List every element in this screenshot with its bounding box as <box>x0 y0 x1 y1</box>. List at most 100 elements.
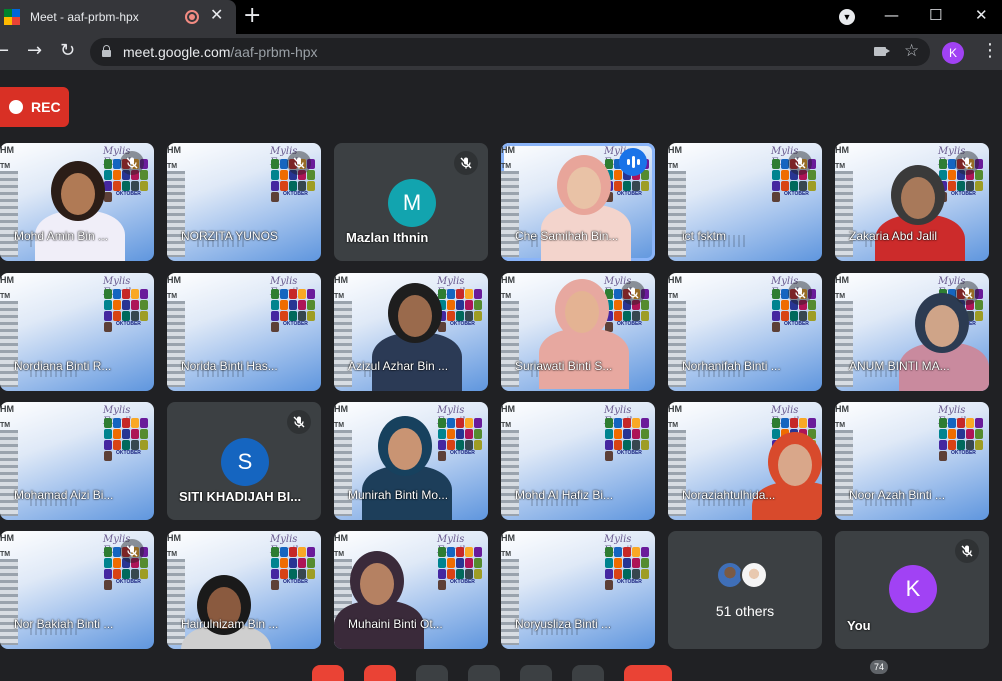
captions-button[interactable] <box>416 665 448 681</box>
self-tile[interactable]: K You <box>835 531 989 649</box>
mic-toggle-button[interactable] <box>312 665 344 681</box>
url-path: /aaf-prbm-hpx <box>230 44 318 60</box>
sponsor-logo-icon <box>781 181 789 191</box>
participant-tile[interactable]: HMTMMylis FamilyOKTOBERict fsktm <box>668 143 822 261</box>
new-tab-button[interactable]: + <box>243 4 261 28</box>
sponsor-logo-icon <box>605 547 613 557</box>
sponsor-logo-icon <box>456 429 464 439</box>
background-logo-text: HM <box>334 404 348 414</box>
sponsor-logo-icon <box>447 569 455 579</box>
camera-in-use-icon[interactable] <box>874 47 890 56</box>
sponsor-logo-icon <box>298 558 306 568</box>
sponsor-logo-icon <box>271 170 279 180</box>
audio-bar <box>626 159 630 165</box>
participant-name: Mohd Al Hafiz Bi... <box>515 488 614 502</box>
camera-toggle-button[interactable] <box>364 665 396 681</box>
sponsor-logo-icon <box>113 558 121 568</box>
participant-tile[interactable]: HMTMMylis FamilyOKTOBERZakaria Abd Jalil <box>835 143 989 261</box>
sponsor-logo-icon <box>957 429 965 439</box>
participant-tile[interactable]: HMTMMylis FamilyOKTOBERSuriawati Binti S… <box>501 273 655 391</box>
sponsor-logo-icon <box>271 311 279 321</box>
sponsor-logo-icon <box>632 311 640 321</box>
leave-call-button[interactable] <box>624 665 672 681</box>
participant-tile[interactable]: M Mazlan Ithnin <box>334 143 488 261</box>
speaking-indicator-icon <box>619 148 647 176</box>
tab-close-icon[interactable]: ✕ <box>210 8 223 24</box>
sponsor-logo-icon <box>447 547 455 557</box>
participant-tile[interactable]: HMTMMylis FamilyOKTOBERMohd Al Hafiz Bi.… <box>501 402 655 520</box>
sponsor-logo-icon <box>465 289 473 299</box>
sponsor-logo-icon <box>772 300 780 310</box>
tab-search-icon[interactable]: ▼ <box>839 9 855 25</box>
sponsor-logo-icon <box>280 569 288 579</box>
participant-tile[interactable]: HMTMMylis FamilyOKTOBERNoraziahtulhida..… <box>668 402 822 520</box>
participant-tile[interactable]: HMTMMylis FamilyOKTOBERNorhanifah Binti … <box>668 273 822 391</box>
participant-name: Nor Bakiah Binti ... <box>14 617 114 631</box>
back-arrow-icon[interactable]: ← <box>0 41 9 61</box>
sponsor-logo-icon <box>641 440 649 450</box>
raise-hand-button[interactable] <box>468 665 500 681</box>
sponsor-logo-icon <box>307 289 315 299</box>
sponsor-logo-icon <box>307 300 315 310</box>
participant-tile[interactable]: HMTMMylis FamilyOKTOBERMunirah Binti Mo.… <box>334 402 488 520</box>
profile-avatar[interactable]: K <box>942 42 964 64</box>
background-logo-text: HM <box>167 145 181 155</box>
sponsor-logo-icon <box>966 440 974 450</box>
participant-tile[interactable]: HMTMMylis FamilyOKTOBERNoor Azah Binti .… <box>835 402 989 520</box>
sponsor-logo-icon <box>641 181 649 191</box>
participant-tile[interactable]: HMTMMylis FamilyOKTOBERMohd Amin Bin ... <box>0 143 154 261</box>
participant-tile[interactable]: HMTMMylis FamilyOKTOBERMuhaini Binti Ot.… <box>334 531 488 649</box>
others-tile[interactable]: 51 others <box>668 531 822 649</box>
sponsor-logo-icon <box>104 322 112 332</box>
bookmark-star-icon[interactable]: ☆ <box>904 41 919 61</box>
minimize-button[interactable]: — <box>884 6 899 24</box>
more-options-button[interactable] <box>572 665 604 681</box>
url-text[interactable]: meet.google.com/aaf-prbm-hpx <box>123 44 318 60</box>
participant-tile[interactable]: S SITI KHADIJAH BI... <box>167 402 321 520</box>
background-logo-text: HM <box>0 533 14 543</box>
present-button[interactable] <box>520 665 552 681</box>
sponsor-logo-icon <box>104 569 112 579</box>
participant-name: Nordiana Binti R... <box>14 359 112 373</box>
participant-tile[interactable]: HMTMMylis FamilyOKTOBERNORZITA YUNOS <box>167 143 321 261</box>
self-name: You <box>847 618 871 633</box>
sponsor-logo-icon <box>122 311 130 321</box>
participant-tile[interactable]: HMTMMylis FamilyOKTOBERChe Samihah Bin..… <box>501 143 655 261</box>
address-bar[interactable]: meet.google.com/aaf-prbm-hpx ☆ <box>90 38 930 66</box>
participant-name: Muhaini Binti Ot... <box>348 617 443 631</box>
browser-tab-meet[interactable]: Meet - aaf-prbm-hpx ✕ <box>0 0 236 34</box>
sponsor-logo-icon <box>605 569 613 579</box>
participant-tile[interactable]: HMTMMylis FamilyOKTOBERANUM BINTI MA... <box>835 273 989 391</box>
sponsor-logo-icon <box>131 569 139 579</box>
sponsor-logo-icon <box>975 440 983 450</box>
background-logo-text: HM <box>668 145 682 155</box>
sponsor-logo-icon <box>447 311 455 321</box>
participant-name: Munirah Binti Mo... <box>348 488 449 502</box>
microphone-off-icon <box>955 151 979 175</box>
sponsor-logo-icon <box>280 558 288 568</box>
participant-tile[interactable]: HMTMMylis FamilyOKTOBERNorida Binti Has.… <box>167 273 321 391</box>
background-logo-text: HM <box>668 404 682 414</box>
sponsor-logo-icon <box>474 311 482 321</box>
participant-tile[interactable]: HMTMMylis FamilyOKTOBERMohamad Aizi Bi..… <box>0 402 154 520</box>
sponsor-logo-icon <box>614 440 622 450</box>
participant-tile[interactable]: HMTMMylis FamilyOKTOBERNor Bakiah Binti … <box>0 531 154 649</box>
sponsor-logo-icon <box>966 429 974 439</box>
participant-tile[interactable]: HMTMMylis FamilyOKTOBERAzizul Azhar Bin … <box>334 273 488 391</box>
browser-menu-icon[interactable]: ⋮ <box>981 40 999 61</box>
participant-tile[interactable]: HMTMMylis FamilyOKTOBERNordiana Binti R.… <box>0 273 154 391</box>
reload-icon[interactable]: ↻ <box>60 41 75 61</box>
close-window-button[interactable]: ✕ <box>975 6 988 24</box>
lock-icon[interactable] <box>102 45 111 57</box>
background-building <box>167 171 185 257</box>
participant-tile[interactable]: HMTMMylis FamilyOKTOBERHairulnizam Bin .… <box>167 531 321 649</box>
url-host: meet.google.com <box>123 44 231 60</box>
sponsor-logo-icon <box>289 311 297 321</box>
participant-tile[interactable]: HMTMMylis FamilyOKTOBERNoryusliza Binti … <box>501 531 655 649</box>
sponsor-logo-icon <box>605 451 613 461</box>
sponsor-logo-icon <box>605 558 613 568</box>
maximize-button[interactable]: ☐ <box>929 6 942 24</box>
forward-arrow-icon[interactable]: → <box>27 41 42 61</box>
sponsor-logo-icon <box>298 300 306 310</box>
participant-name: Suriawati Binti S... <box>515 359 613 373</box>
